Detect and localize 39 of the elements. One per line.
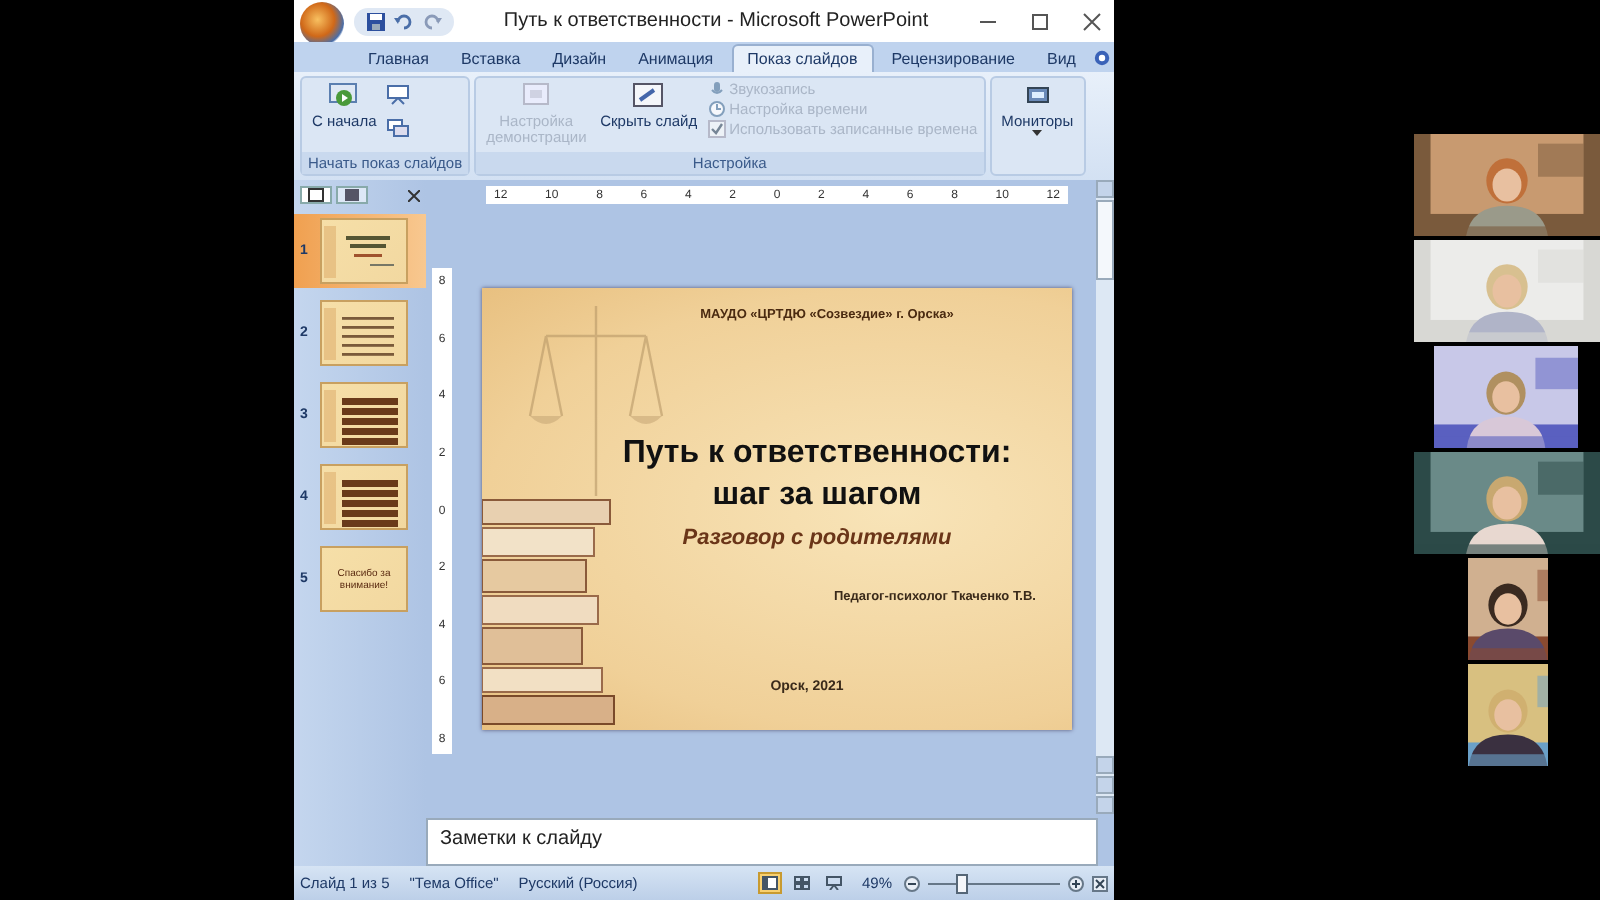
notes-field[interactable]: Заметки к слайду (426, 818, 1098, 866)
slides-icon[interactable] (386, 118, 411, 140)
help-icon[interactable] (1093, 48, 1110, 68)
clock-icon (707, 100, 726, 118)
play-icon (328, 82, 361, 110)
ribbon-tab[interactable]: Вставка (446, 46, 535, 72)
microphone-icon (707, 80, 726, 98)
slide-thumbnail[interactable] (320, 300, 408, 366)
office-button[interactable] (300, 1, 344, 45)
ribbon-tab[interactable]: Рецензирование (877, 46, 1029, 72)
maximize-icon[interactable] (1030, 11, 1050, 31)
view-button[interactable] (789, 872, 814, 894)
slide-title: Путь к ответственности: шаг за шагом (622, 434, 1012, 516)
close-icon[interactable] (408, 189, 420, 201)
close-icon[interactable] (1082, 11, 1102, 31)
vertical-scrollbar[interactable] (1096, 180, 1114, 814)
projector-icon[interactable] (386, 84, 411, 106)
slide-thumbnail[interactable] (320, 464, 408, 530)
view-button[interactable] (757, 872, 782, 894)
undo-icon[interactable] (394, 11, 414, 31)
slide-thumbnail[interactable] (320, 382, 408, 448)
settings-icon (520, 82, 553, 110)
ribbon-tab[interactable]: Вид (1033, 46, 1090, 72)
ribbon-tab[interactable]: Главная (354, 46, 443, 72)
ribbon-tab[interactable]: Показ слайдов (731, 44, 874, 72)
ribbon-tab[interactable]: Дизайн (538, 46, 621, 72)
save-icon[interactable] (366, 11, 386, 31)
zoom-out-icon[interactable] (904, 875, 920, 891)
ribbon-tab[interactable]: Анимация (624, 46, 728, 72)
slide-subtitle: Разговор с родителями (682, 525, 952, 550)
slide-icon (632, 82, 665, 110)
slides-tab[interactable] (300, 186, 332, 204)
window-title: Путь к ответственности - Microsoft PowerPoint (501, 10, 931, 32)
view-button[interactable] (821, 872, 846, 894)
fit-icon[interactable] (1092, 875, 1108, 891)
zoom-in-icon[interactable] (1068, 875, 1084, 891)
zoom-thumb[interactable] (955, 873, 968, 893)
outline-tab[interactable] (336, 186, 368, 204)
slide-thumbnail[interactable] (320, 218, 408, 284)
